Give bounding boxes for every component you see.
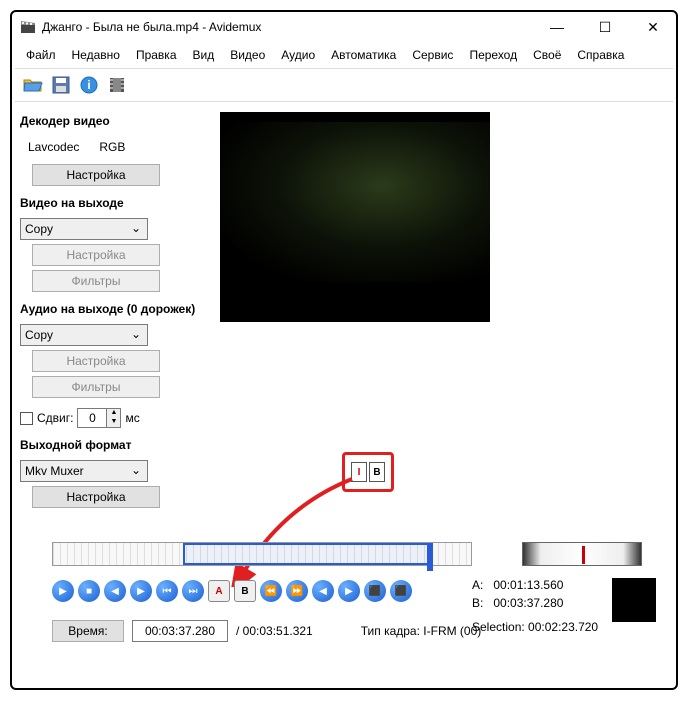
prev-frame-button[interactable]: ◀ — [104, 580, 126, 602]
audio-out-label: Аудио на выходе (0 дорожек) — [20, 302, 200, 316]
marker-highlight: I B — [342, 452, 394, 492]
menu-file[interactable]: Файл — [20, 46, 62, 64]
shift-checkbox[interactable] — [20, 412, 33, 425]
audio-out-configure-button: Настройка — [32, 350, 160, 372]
jog-wheel[interactable] — [522, 542, 642, 566]
time-button[interactable]: Время: — [52, 620, 124, 642]
minimize-button[interactable]: — — [542, 19, 572, 36]
output-format-label: Выходной формат — [20, 438, 200, 452]
frame-type: Тип кадра: I-FRM (00) — [361, 624, 482, 638]
decoder-configure-button[interactable]: Настройка — [32, 164, 160, 186]
set-marker-b-button[interactable]: B — [234, 580, 256, 602]
shift-value: 0 — [78, 409, 106, 427]
time-current-field[interactable]: 00:03:37.280 — [132, 620, 228, 642]
goto-a-button[interactable]: ◀ — [312, 580, 334, 602]
goto-start-button[interactable]: ⏪ — [260, 580, 282, 602]
timeline-handle[interactable] — [427, 543, 433, 571]
timeline-selection — [183, 543, 433, 565]
prev-black-button[interactable]: ⬛ — [364, 580, 386, 602]
save-button[interactable] — [49, 73, 73, 97]
menu-custom[interactable]: Своё — [527, 46, 567, 64]
video-preview — [220, 112, 490, 322]
menu-go[interactable]: Переход — [463, 46, 523, 64]
menu-help[interactable]: Справка — [571, 46, 630, 64]
decoder-mode: RGB — [99, 140, 125, 154]
highlight-b-icon: B — [369, 462, 385, 482]
prev-keyframe-button[interactable]: ⏮ — [156, 580, 178, 602]
set-marker-a-button[interactable]: A — [208, 580, 230, 602]
highlight-a-icon: I — [351, 462, 367, 482]
film-button[interactable] — [105, 73, 129, 97]
video-out-label: Видео на выходе — [20, 196, 200, 210]
menu-view[interactable]: Вид — [187, 46, 221, 64]
shift-unit: мс — [125, 411, 139, 425]
titlebar: Джанго - Была не была.mp4 - Avidemux — ☐… — [12, 12, 676, 42]
info-button[interactable]: i — [77, 73, 101, 97]
menu-audio[interactable]: Аудио — [275, 46, 321, 64]
decoder-label: Декодер видео — [20, 114, 200, 128]
shift-up[interactable]: ▲ — [106, 409, 120, 418]
video-out-value: Copy — [25, 222, 53, 236]
svg-text:i: i — [87, 78, 90, 92]
marker-b-value: 00:03:37.280 — [493, 596, 563, 610]
shift-spinner[interactable]: 0 ▲▼ — [77, 408, 121, 428]
video-out-select[interactable]: Copy — [20, 218, 148, 240]
decoder-codec: Lavcodec — [28, 140, 79, 154]
shift-label: Сдвиг: — [37, 411, 73, 425]
marker-a-value: 00:01:13.560 — [493, 578, 563, 592]
stop-button[interactable]: ■ — [78, 580, 100, 602]
output-format-configure-button[interactable]: Настройка — [32, 486, 160, 508]
menu-tools[interactable]: Сервис — [406, 46, 459, 64]
output-format-value: Mkv Muxer — [25, 464, 84, 478]
video-out-configure-button: Настройка — [32, 244, 160, 266]
close-button[interactable]: ✕ — [638, 19, 668, 36]
audio-out-select[interactable]: Copy — [20, 324, 148, 346]
maximize-button[interactable]: ☐ — [590, 19, 620, 36]
menubar: Файл Недавно Правка Вид Видео Аудио Авто… — [12, 42, 676, 68]
menu-auto[interactable]: Автоматика — [325, 46, 402, 64]
audio-out-filters-button: Фильтры — [32, 376, 160, 398]
goto-end-button[interactable]: ⏩ — [286, 580, 308, 602]
play-button[interactable]: ▶ — [52, 580, 74, 602]
menu-recent[interactable]: Недавно — [66, 46, 126, 64]
open-button[interactable] — [21, 73, 45, 97]
marker-a-label: A: — [472, 578, 483, 592]
video-out-filters-button: Фильтры — [32, 270, 160, 292]
thumbnail-box — [612, 578, 656, 622]
window-title: Джанго - Была не была.mp4 - Avidemux — [42, 20, 542, 34]
time-total: / 00:03:51.321 — [236, 624, 313, 638]
output-format-select[interactable]: Mkv Muxer — [20, 460, 148, 482]
selection-duration: Selection: 00:02:23.720 — [472, 620, 598, 634]
audio-out-value: Copy — [25, 328, 53, 342]
marker-b-label: B: — [472, 596, 483, 610]
toolbar: i — [15, 68, 673, 102]
next-frame-button[interactable]: ▶ — [130, 580, 152, 602]
menu-video[interactable]: Видео — [224, 46, 271, 64]
next-black-button[interactable]: ⬛ — [390, 580, 412, 602]
jog-mark — [582, 546, 585, 564]
video-frame — [220, 122, 490, 282]
next-keyframe-button[interactable]: ⏭ — [182, 580, 204, 602]
timeline-track[interactable] — [52, 542, 472, 566]
app-icon — [20, 19, 36, 35]
shift-down[interactable]: ▼ — [106, 418, 120, 427]
goto-b-button[interactable]: ▶ — [338, 580, 360, 602]
menu-edit[interactable]: Правка — [130, 46, 183, 64]
